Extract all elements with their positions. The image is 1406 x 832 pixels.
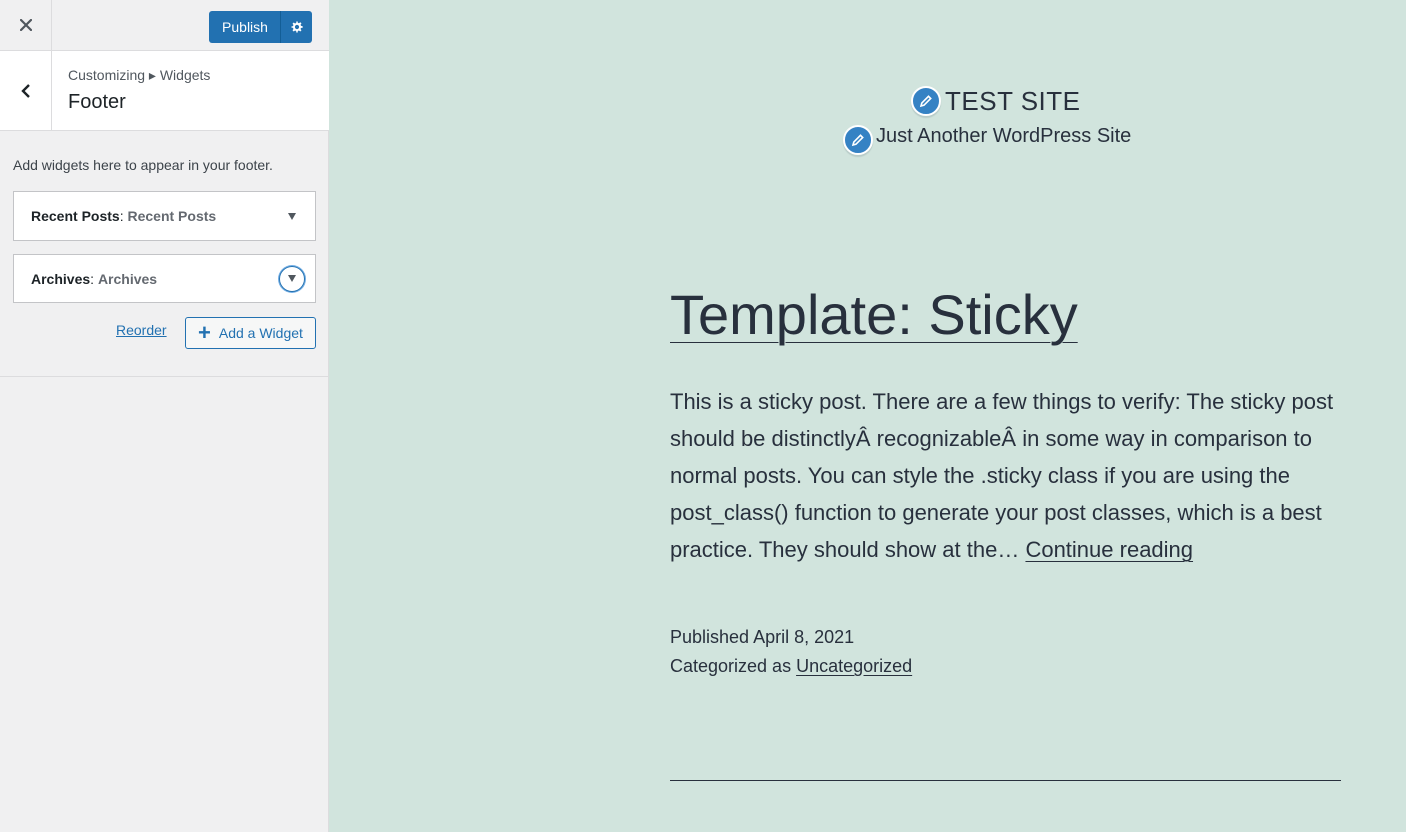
- chevron-left-icon: [20, 83, 30, 98]
- post-published-date: Published April 8, 2021: [670, 627, 855, 647]
- section-title: Footer: [68, 91, 126, 113]
- widget-type-label: Recent Posts: [31, 208, 120, 224]
- post-categories: Categorized as Uncategorized: [670, 656, 912, 677]
- widget-instance-title: Recent Posts: [127, 208, 217, 224]
- close-customizer-button[interactable]: [0, 0, 52, 50]
- section-header: Customizing ▸ Widgets Footer: [0, 51, 329, 131]
- publish-button[interactable]: Publish: [209, 11, 281, 43]
- add-widget-button[interactable]: + Add a Widget: [185, 317, 316, 349]
- widget-expand-toggle[interactable]: [279, 265, 305, 292]
- arrow-down-icon: [288, 212, 296, 220]
- plus-icon: +: [198, 320, 211, 345]
- excerpt-text: This is a sticky post. There are a few t…: [670, 389, 1334, 562]
- close-icon: [19, 19, 32, 31]
- edit-tagline-shortcut[interactable]: [843, 125, 873, 155]
- post-title-link[interactable]: Template: Sticky: [670, 282, 1078, 347]
- edit-site-title-shortcut[interactable]: [911, 86, 941, 116]
- site-title[interactable]: TEST SITE: [945, 86, 1081, 117]
- pencil-icon: [851, 134, 864, 147]
- divider: [670, 780, 1341, 781]
- widget-instance-title: Archives: [97, 270, 158, 287]
- gear-icon: [290, 21, 303, 33]
- post-excerpt: This is a sticky post. There are a few t…: [670, 383, 1350, 568]
- section-description: Add widgets here to appear in your foote…: [13, 157, 273, 173]
- widget-title: Archives: Archives: [31, 270, 158, 287]
- site-tagline: Just Another WordPress Site: [876, 125, 1132, 147]
- divider: [0, 376, 329, 377]
- categorized-prefix: Categorized as: [670, 656, 797, 676]
- site-preview: TEST SITE Just Another WordPress Site Te…: [330, 0, 1406, 832]
- widget-recent-posts[interactable]: Recent Posts: Recent Posts: [13, 191, 316, 241]
- continue-reading-link[interactable]: Continue reading: [1025, 537, 1193, 562]
- arrow-down-icon: [288, 275, 296, 282]
- breadcrumb: Customizing ▸ Widgets: [68, 67, 211, 83]
- customizer-sidebar: Publish Customizing ▸ Widgets Footer Add…: [0, 0, 329, 832]
- customizer-header-actions: Publish: [0, 0, 329, 51]
- pencil-icon: [919, 95, 932, 108]
- widget-type-label: Archives: [31, 270, 91, 287]
- widget-expand-toggle[interactable]: [279, 203, 305, 229]
- widget-archives[interactable]: Archives: Archives: [13, 254, 316, 303]
- category-link[interactable]: Uncategorized: [796, 656, 912, 676]
- widget-title: Recent Posts: Recent Posts: [31, 208, 217, 224]
- back-button[interactable]: [0, 51, 52, 130]
- publish-settings-button[interactable]: [280, 11, 312, 43]
- reorder-link[interactable]: Reorder: [116, 322, 167, 338]
- add-widget-label: Add a Widget: [218, 325, 303, 341]
